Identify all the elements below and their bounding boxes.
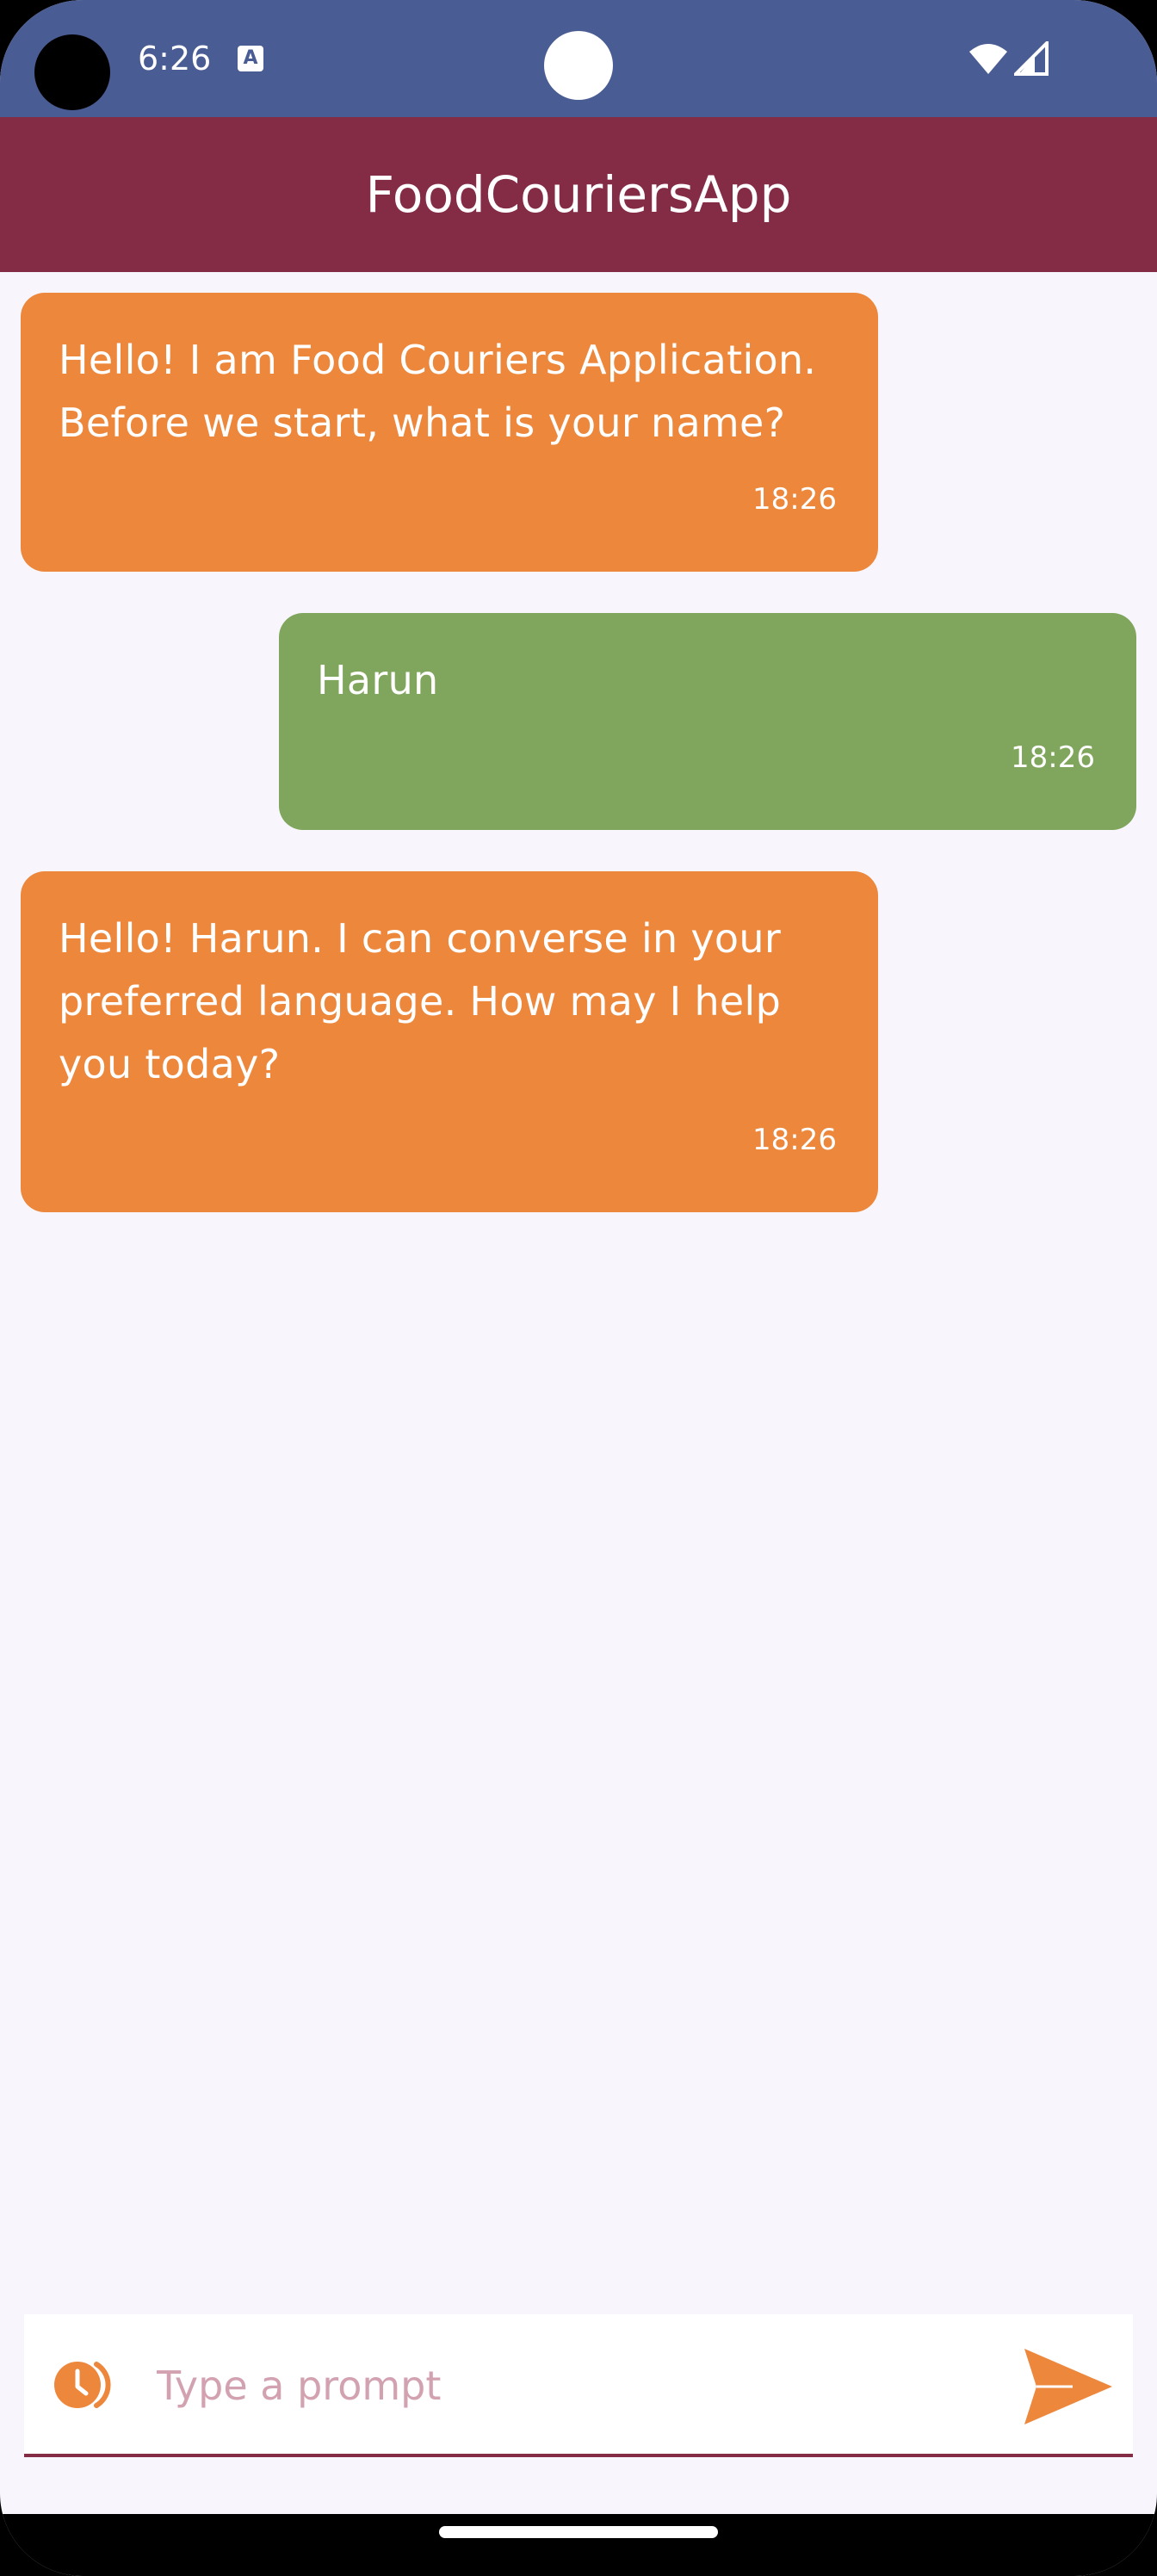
navigation-bar	[0, 2514, 1157, 2576]
status-bar: 6:26 A	[0, 0, 1157, 117]
message-time: 18:26	[1011, 740, 1095, 775]
app-title: FoodCouriersApp	[365, 165, 792, 224]
app-bar: FoodCouriersApp	[0, 117, 1157, 272]
send-button[interactable]	[1021, 2345, 1116, 2428]
camera-cutout	[34, 34, 110, 110]
user-message: Harun 18:26	[279, 613, 1136, 830]
status-time: 6:26	[138, 40, 212, 77]
text-badge-icon: A	[238, 46, 263, 71]
history-icon[interactable]	[52, 2357, 121, 2412]
message-text: Hello! I am Food Couriers Application. B…	[59, 337, 817, 446]
bot-message: Hello! I am Food Couriers Application. B…	[21, 293, 878, 572]
front-sensor	[544, 31, 613, 100]
chat-screen: 6:26 A FoodCouriersApp Hello! I am Food …	[0, 0, 1157, 2576]
wifi-icon	[969, 44, 1007, 74]
signal-icon	[1014, 41, 1049, 76]
prompt-input[interactable]	[157, 2349, 1000, 2423]
bot-message: Hello! Harun. I can converse in your pre…	[21, 871, 878, 1212]
message-time: 18:26	[752, 482, 837, 517]
message-text: Harun	[317, 657, 439, 703]
prompt-bar	[24, 2314, 1133, 2457]
message-time: 18:26	[752, 1123, 837, 1157]
send-icon	[1024, 2349, 1112, 2424]
home-indicator[interactable]	[439, 2526, 718, 2538]
message-text: Hello! Harun. I can converse in your pre…	[59, 915, 782, 1087]
